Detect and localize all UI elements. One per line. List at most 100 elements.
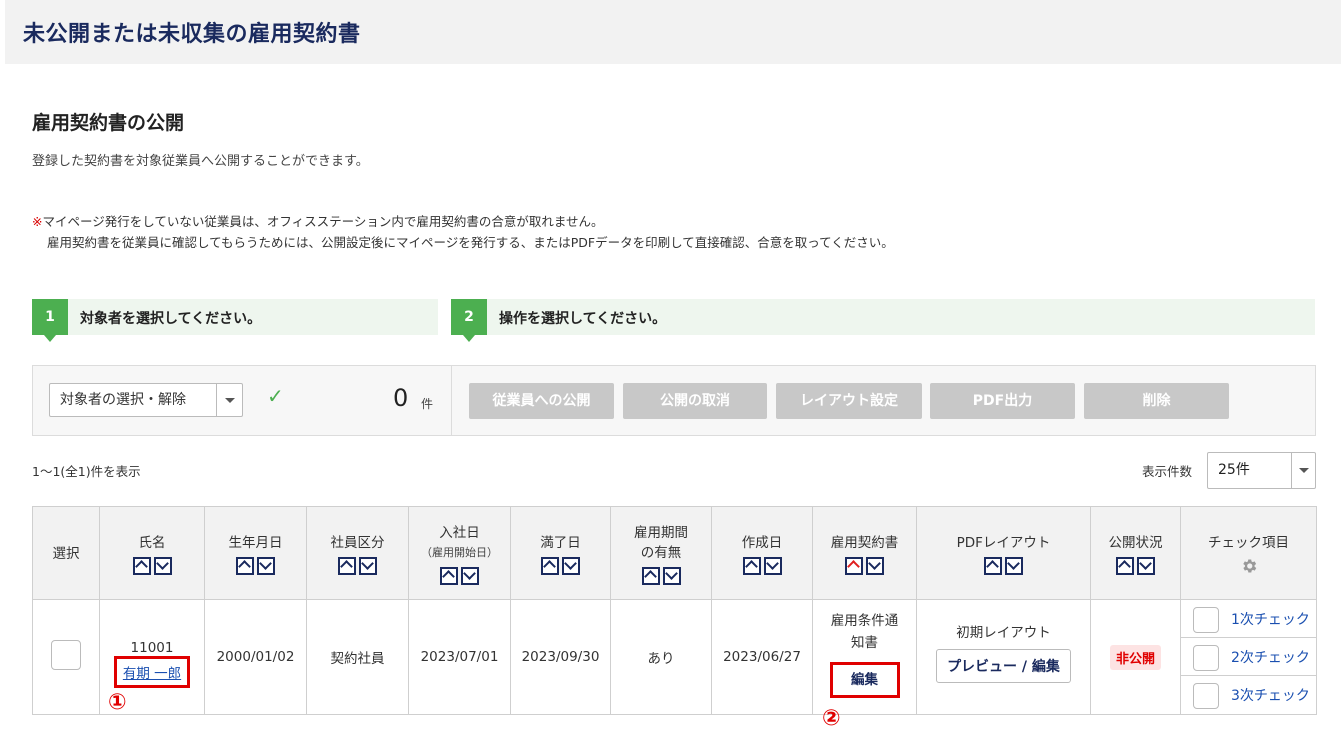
sort-desc-icon[interactable]	[257, 557, 275, 575]
cell-end: 2023/09/30	[510, 599, 611, 715]
step-2-number: 2	[451, 299, 487, 342]
sort-desc-icon[interactable]	[866, 557, 884, 575]
sort-desc-icon[interactable]	[153, 557, 172, 575]
notice: ※マイページ発行をしていない従業員は、オフィスステーション内で雇用契約書の合意が…	[32, 211, 894, 253]
per-page-label: 表示件数	[1142, 464, 1193, 479]
check-1-checkbox[interactable]	[1193, 607, 1219, 633]
gear-icon[interactable]	[1240, 557, 1258, 575]
page-header: 未公開または未収集の雇用契約書	[5, 0, 1341, 64]
section-description: 登録した契約書を対象従業員へ公開することができます。	[32, 154, 369, 169]
col-end-label: 満了日	[540, 535, 581, 551]
sort-desc-icon[interactable]	[662, 567, 681, 585]
table-row: 11001 有期 一郎 2000/01/02 契約社員 2023/07/01 2…	[32, 599, 1317, 715]
status-sort	[1091, 557, 1180, 575]
preview-edit-button[interactable]: プレビュー / 編集	[936, 649, 1071, 683]
check-2-checkbox[interactable]	[1193, 645, 1219, 671]
check-icon: ✓	[267, 384, 284, 408]
sort-desc-icon[interactable]	[763, 557, 782, 575]
action-toolbar: 対象者の選択・解除 ✓ 0 件 従業員への公開 公開の取消 レイアウト設定 PD…	[32, 365, 1316, 436]
col-check: チェック項目	[1180, 506, 1317, 600]
employee-name-link[interactable]: 有期 一郎	[123, 666, 181, 682]
chevron-down-icon[interactable]	[216, 384, 242, 416]
check-2-label[interactable]: 2次チェック	[1231, 647, 1310, 667]
sort-desc-icon[interactable]	[562, 557, 580, 575]
sort-desc-icon[interactable]	[359, 557, 377, 575]
check-row-1: 1次チェック	[1181, 600, 1316, 638]
chevron-down-icon[interactable]	[1291, 453, 1315, 488]
table-header-row: 選択 氏名 生年月日 社員区分 入社日 （雇用開始日） 満了日 雇用期間 の有無…	[32, 506, 1317, 600]
contract-doc-name-1: 雇用条件通	[830, 613, 899, 629]
sort-asc-icon[interactable]	[1116, 557, 1134, 575]
delete-button[interactable]: 削除	[1084, 383, 1229, 419]
col-select: 選択	[32, 506, 100, 600]
step-1-label: 対象者を選択してください。	[80, 311, 262, 327]
sort-asc-icon[interactable]	[541, 557, 559, 575]
cell-select	[32, 599, 100, 715]
join-sort	[409, 567, 510, 585]
col-name-label: 氏名	[138, 535, 166, 551]
toolbar-divider	[451, 366, 452, 435]
cell-status: 非公開	[1090, 599, 1181, 715]
col-period: 雇用期間 の有無	[610, 506, 712, 600]
cell-pdf: 初期レイアウト プレビュー / 編集	[916, 599, 1091, 715]
step-1-number: 1	[32, 299, 68, 342]
col-birth-label: 生年月日	[228, 535, 283, 551]
sort-asc-icon[interactable]	[641, 567, 660, 585]
col-join-sub: （雇用開始日）	[421, 546, 498, 559]
selected-count: 0	[393, 384, 409, 412]
result-range: 1〜1(全1)件を表示	[32, 464, 141, 479]
sort-desc-icon[interactable]	[1137, 557, 1155, 575]
sort-desc-icon[interactable]	[1005, 557, 1023, 575]
sort-asc-icon[interactable]	[440, 567, 458, 585]
layout-settings-button[interactable]: レイアウト設定	[776, 383, 922, 419]
contract-doc-name-2: 知書	[851, 635, 878, 651]
type-sort	[307, 557, 408, 575]
selected-count-unit: 件	[421, 397, 434, 411]
cell-type: 契約社員	[306, 599, 409, 715]
sort-asc-icon[interactable]	[338, 557, 356, 575]
col-contract: 雇用契約書	[812, 506, 917, 600]
per-page-select[interactable]: 25件	[1207, 452, 1316, 489]
col-select-label: 選択	[52, 546, 80, 562]
sort-asc-icon[interactable]	[984, 557, 1002, 575]
step-1: 1 対象者を選択してください。	[32, 299, 438, 342]
cancel-publish-button[interactable]: 公開の取消	[623, 383, 767, 419]
edit-contract-link[interactable]: 編集	[851, 672, 878, 688]
cell-contract: 雇用条件通 知書 編集	[812, 599, 917, 715]
annotation-one: ①	[108, 690, 127, 715]
sort-asc-icon[interactable]	[742, 557, 761, 575]
col-created-label: 作成日	[741, 535, 783, 551]
col-check-label: チェック項目	[1208, 535, 1289, 551]
sort-asc-icon[interactable]	[845, 557, 863, 575]
col-type: 社員区分	[306, 506, 409, 600]
sort-desc-icon[interactable]	[461, 567, 479, 585]
target-select-dropdown[interactable]: 対象者の選択・解除	[49, 383, 243, 417]
sort-asc-icon[interactable]	[236, 557, 254, 575]
col-status-label: 公開状況	[1108, 535, 1163, 551]
check-3-checkbox[interactable]	[1193, 683, 1219, 709]
pdf-export-button[interactable]: PDF出力	[930, 383, 1075, 419]
cell-created: 2023/06/27	[711, 599, 813, 715]
step-2-label: 操作を選択してください。	[499, 311, 667, 327]
cell-period: あり	[610, 599, 712, 715]
sort-asc-icon[interactable]	[132, 557, 151, 575]
row-select-checkbox[interactable]	[51, 640, 81, 670]
col-status: 公開状況	[1090, 506, 1181, 600]
created-sort	[712, 557, 812, 575]
section-title: 雇用契約書の公開	[32, 112, 185, 134]
contract-sort	[813, 557, 916, 575]
check-row-3: 3次チェック	[1181, 676, 1316, 714]
col-period-label-1: 雇用期間	[634, 525, 688, 541]
pdf-sort	[917, 557, 1090, 575]
cell-checks: 1次チェック 2次チェック 3次チェック	[1180, 599, 1317, 715]
col-created: 作成日	[711, 506, 813, 600]
check-1-label[interactable]: 1次チェック	[1231, 609, 1310, 629]
publish-to-employee-button[interactable]: 従業員への公開	[469, 383, 614, 419]
check-3-label[interactable]: 3次チェック	[1231, 685, 1310, 705]
check-row-2: 2次チェック	[1181, 638, 1316, 676]
col-type-label: 社員区分	[330, 535, 385, 551]
col-contract-label: 雇用契約書	[830, 535, 899, 551]
col-pdf-label: PDFレイアウト	[956, 535, 1051, 551]
col-join-label: 入社日	[439, 525, 480, 541]
annotation-two: ②	[822, 706, 841, 731]
